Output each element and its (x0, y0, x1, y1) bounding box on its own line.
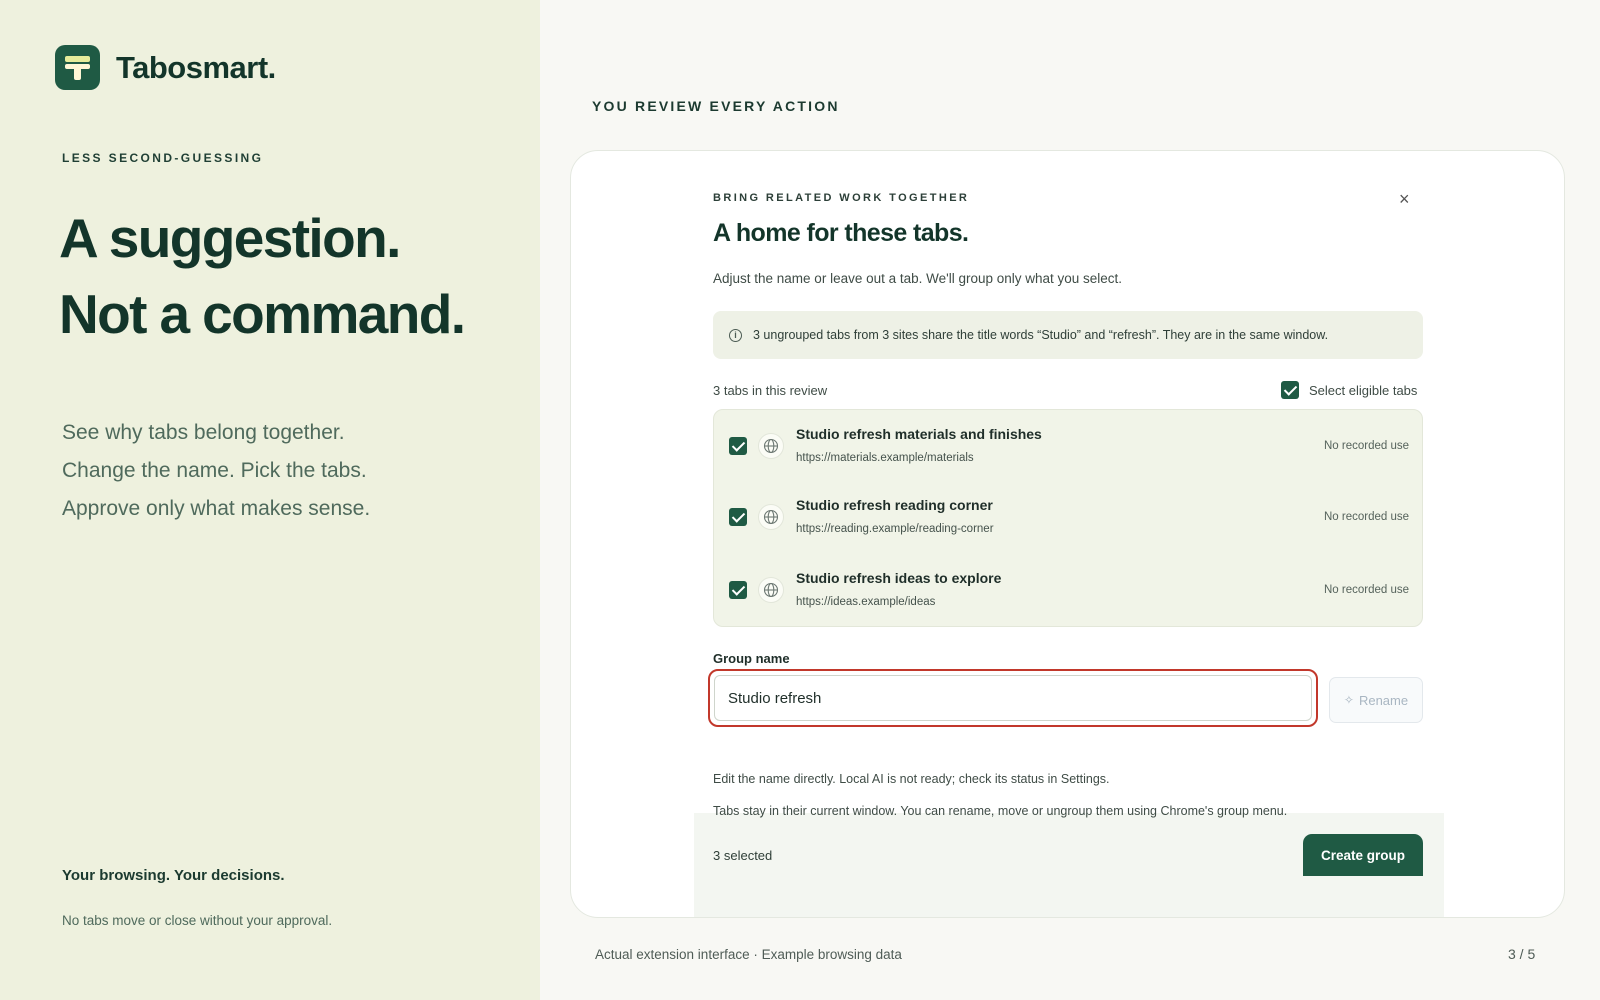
tab-row: Studio refresh materials and finishes ht… (714, 410, 1424, 482)
tab-row: Studio refresh reading corner https://re… (714, 481, 1424, 553)
tab-url: https://reading.example/reading-corner (796, 523, 994, 535)
globe-icon (758, 504, 784, 530)
tab-checkbox[interactable] (729, 508, 747, 526)
tab-usage: No recorded use (1323, 511, 1409, 523)
dialog-eyebrow: BRING RELATED WORK TOGETHER (713, 192, 970, 204)
tab-title: Studio refresh ideas to explore (796, 570, 1002, 586)
rename-button[interactable]: ✧ Rename (1329, 677, 1423, 723)
select-eligible-checkbox[interactable] (1281, 381, 1299, 399)
left-footer-title: Your browsing. Your decisions. (62, 867, 285, 884)
close-icon[interactable]: × (1399, 189, 1410, 210)
tab-checkbox[interactable] (729, 437, 747, 455)
screenshot-card: BRING RELATED WORK TOGETHER × A home for… (570, 150, 1565, 918)
subheadline: See why tabs belong together. Change the… (62, 414, 370, 528)
headline: A suggestion. Not a command. (59, 200, 466, 352)
dialog-description: Adjust the name or leave out a tab. We'l… (713, 271, 1123, 286)
tab-list: Studio refresh materials and finishes ht… (713, 409, 1423, 627)
page-indicator: 3 / 5 (1508, 946, 1536, 962)
tab-url: https://ideas.example/ideas (796, 596, 936, 608)
tab-title: Studio refresh reading corner (796, 497, 993, 513)
screenshot-caption: Actual extension interface · Example bro… (595, 947, 902, 962)
sub-line-3: Approve only what makes sense. (62, 497, 371, 520)
left-panel: Tabosmart. LESS SECOND-GUESSING A sugges… (0, 0, 540, 1000)
tab-url: https://materials.example/materials (796, 452, 974, 464)
group-dialog: BRING RELATED WORK TOGETHER × A home for… (694, 151, 1463, 917)
tab-count: 3 tabs in this review (713, 383, 828, 398)
tab-checkbox[interactable] (729, 581, 747, 599)
select-eligible-label: Select eligible tabs (1309, 382, 1418, 398)
brand: Tabosmart. (55, 45, 276, 90)
create-group-button[interactable]: Create group (1303, 834, 1423, 876)
tabosmart-logo-icon (55, 45, 100, 90)
info-banner: i 3 ungrouped tabs from 3 sites share th… (713, 311, 1423, 359)
info-icon: i (729, 328, 742, 342)
headline-line-1: A suggestion. (59, 207, 401, 269)
sparkle-icon: ✧ (1343, 693, 1354, 707)
selected-count: 3 selected (713, 848, 773, 863)
rename-label: Rename (1358, 692, 1409, 708)
tab-row: Studio refresh ideas to explore https://… (714, 554, 1424, 626)
left-eyebrow: LESS SECOND-GUESSING (62, 151, 264, 165)
window-note: Tabs stay in their current window. You c… (713, 804, 1288, 818)
ai-status-note: Edit the name directly. Local AI is not … (713, 772, 1110, 786)
tab-title: Studio refresh materials and finishes (796, 426, 1042, 442)
left-footer-note: No tabs move or close without your appro… (62, 913, 333, 928)
tab-usage: No recorded use (1323, 584, 1409, 596)
group-name-label: Group name (713, 651, 790, 666)
brand-name: Tabosmart. (116, 49, 276, 85)
sub-line-2: Change the name. Pick the tabs. (62, 459, 367, 482)
tab-usage: No recorded use (1323, 440, 1409, 452)
dialog-title: A home for these tabs. (713, 219, 969, 247)
globe-icon (758, 577, 784, 603)
group-name-input[interactable] (714, 675, 1312, 721)
headline-line-2: Not a command. (59, 283, 466, 345)
info-text: 3 ungrouped tabs from 3 sites share the … (753, 328, 1329, 342)
sub-line-1: See why tabs belong together. (62, 421, 345, 444)
select-eligible-toggle[interactable]: Select eligible tabs (1281, 381, 1417, 399)
right-eyebrow: YOU REVIEW EVERY ACTION (592, 98, 840, 114)
globe-icon (758, 433, 784, 459)
group-name-focus-ring (708, 669, 1318, 727)
